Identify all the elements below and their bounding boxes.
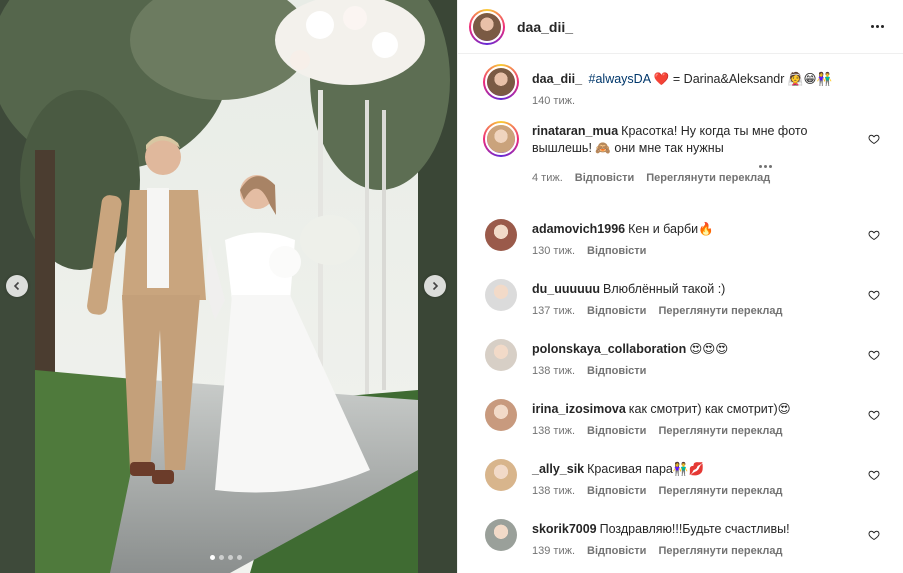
commenter-avatar[interactable] bbox=[485, 339, 517, 371]
translate-button[interactable]: Переглянути переклад bbox=[646, 170, 770, 187]
comment-text: 😍😍😍 bbox=[689, 342, 729, 356]
comment-meta: 138 тиж. Відповісти bbox=[532, 363, 869, 380]
translate-button[interactable]: Переглянути переклад bbox=[658, 303, 782, 320]
comment-body: irina_izosimova как смотрит) как смотрит)… bbox=[532, 401, 869, 440]
post-photo[interactable] bbox=[0, 0, 457, 573]
commenter-avatar[interactable] bbox=[485, 399, 517, 431]
author-username[interactable]: daa_dii_ bbox=[517, 19, 573, 35]
comment-meta: 137 тиж. Відповісти Переглянути переклад bbox=[532, 303, 869, 320]
commenter-avatar[interactable] bbox=[485, 519, 517, 551]
comment-meta: 138 тиж. Відповісти Переглянути переклад bbox=[532, 483, 869, 500]
carousel-indicator bbox=[210, 555, 242, 560]
like-comment-heart-icon[interactable] bbox=[868, 133, 880, 145]
reply-button[interactable]: Відповісти bbox=[587, 303, 646, 320]
comment-text: Кен и барби🔥 bbox=[628, 222, 714, 236]
comments-list: daa_dii_ #alwaysDA ❤️ = Darina&Aleksandr… bbox=[458, 55, 903, 573]
translate-button[interactable]: Переглянути переклад bbox=[658, 423, 782, 440]
commenter-avatar[interactable] bbox=[485, 279, 517, 311]
caption-emojis: 👰😁👫 bbox=[787, 71, 833, 86]
carousel-dot bbox=[219, 555, 224, 560]
caption-hashtag[interactable]: #alwaysDA bbox=[589, 72, 651, 86]
comment-username[interactable]: adamovich1996 bbox=[532, 222, 625, 236]
comment-body: du_uuuuuu Влюблённый такой :) 137 тиж. Відп… bbox=[532, 281, 869, 320]
comment-text: Влюблённый такой :) bbox=[603, 282, 726, 296]
carousel-dot bbox=[237, 555, 242, 560]
reply-button[interactable]: Відповісти bbox=[575, 170, 634, 187]
comment-text: Поздравляю!!!Будьте счастливы! bbox=[599, 522, 790, 536]
heart-emoji: ❤️ bbox=[653, 71, 670, 86]
author-avatar[interactable] bbox=[469, 8, 505, 45]
comment-body: polonskaya_collaboration 😍😍😍 138 тиж. Відпо… bbox=[532, 341, 869, 380]
comment-time: 130 тиж. bbox=[532, 245, 576, 257]
comment-body: rinataran_mua Красотка! Ну когда ты мне ф… bbox=[532, 123, 869, 187]
like-comment-heart-icon[interactable] bbox=[868, 229, 880, 241]
like-comment-heart-icon[interactable] bbox=[868, 409, 880, 421]
carousel-dot bbox=[228, 555, 233, 560]
previous-photo-button[interactable] bbox=[6, 275, 28, 297]
translate-button[interactable]: Переглянути переклад bbox=[658, 483, 782, 500]
caption-avatar[interactable] bbox=[483, 64, 519, 100]
like-comment-heart-icon[interactable] bbox=[868, 349, 880, 361]
comment-time: 138 тиж. bbox=[532, 425, 576, 437]
commenter-avatar[interactable] bbox=[485, 219, 517, 251]
wedding-photo bbox=[0, 0, 457, 573]
comment-time: 138 тиж. bbox=[532, 485, 576, 497]
reply-button[interactable]: Відповісти bbox=[587, 483, 646, 500]
reply-button[interactable]: Відповісти bbox=[587, 543, 646, 560]
like-comment-heart-icon[interactable] bbox=[868, 529, 880, 541]
comment-text: Красивая пара👫💋 bbox=[587, 462, 705, 476]
comment-time: 138 тиж. bbox=[532, 365, 576, 377]
comment-username[interactable]: skorik7009 bbox=[532, 522, 597, 536]
more-options-icon[interactable] bbox=[871, 19, 887, 33]
comment-time: 4 тиж. bbox=[532, 172, 563, 184]
comment-text-line2: вышлешь! 🙈 они мне так нужны bbox=[532, 141, 724, 155]
post-header: daa_dii_ bbox=[458, 0, 903, 54]
chevron-left-icon bbox=[13, 281, 20, 291]
post-details-panel: daa_dii_ daa_dii_ #alwaysDA ❤️ = Darina&… bbox=[457, 0, 903, 573]
comment-options-icon[interactable] bbox=[759, 165, 772, 168]
reply-button[interactable]: Відповісти bbox=[587, 363, 646, 380]
comment-time: 139 тиж. bbox=[532, 545, 576, 557]
comment-meta: 138 тиж. Відповісти Переглянути переклад bbox=[532, 423, 869, 440]
reply-button[interactable]: Відповісти bbox=[587, 243, 646, 260]
comment-username[interactable]: polonskaya_collaboration bbox=[532, 342, 686, 356]
comment-meta: 4 тиж. Відповісти Переглянути переклад bbox=[532, 170, 869, 187]
comment-username[interactable]: du_uuuuuu bbox=[532, 282, 600, 296]
comment-body: _ally_sik Красивая пара👫💋 138 тиж. Відповіс… bbox=[532, 461, 869, 500]
carousel-dot bbox=[210, 555, 215, 560]
comment-text: как смотрит) как смотрит)😍 bbox=[628, 402, 791, 416]
translate-button[interactable]: Переглянути переклад bbox=[658, 543, 782, 560]
comment-body: skorik7009 Поздравляю!!!Будьте счастливы!… bbox=[532, 521, 869, 560]
like-comment-heart-icon[interactable] bbox=[868, 289, 880, 301]
comment-body: adamovich1996 Кен и барби🔥 130 тиж. Відпові… bbox=[532, 221, 869, 260]
caption-time: 140 тиж. bbox=[532, 95, 576, 107]
caption-username[interactable]: daa_dii_ bbox=[532, 72, 582, 86]
commenter-avatar[interactable] bbox=[485, 459, 517, 491]
reply-button[interactable]: Відповісти bbox=[587, 423, 646, 440]
commenter-avatar[interactable] bbox=[483, 121, 519, 157]
comment-time: 137 тиж. bbox=[532, 305, 576, 317]
comment-username[interactable]: _ally_sik bbox=[532, 462, 584, 476]
caption-text: = Darina&Aleksandr bbox=[672, 72, 785, 86]
comment-meta: 130 тиж. Відповісти bbox=[532, 243, 869, 260]
chevron-right-icon bbox=[432, 281, 439, 291]
comment-meta: 139 тиж. Відповісти Переглянути переклад bbox=[532, 543, 869, 560]
comment-text: Красотка! Ну когда ты мне фото bbox=[621, 124, 808, 138]
comment-username[interactable]: irina_izosimova bbox=[532, 402, 626, 416]
like-comment-heart-icon[interactable] bbox=[868, 469, 880, 481]
next-photo-button[interactable] bbox=[424, 275, 446, 297]
comment-username[interactable]: rinataran_mua bbox=[532, 124, 618, 138]
